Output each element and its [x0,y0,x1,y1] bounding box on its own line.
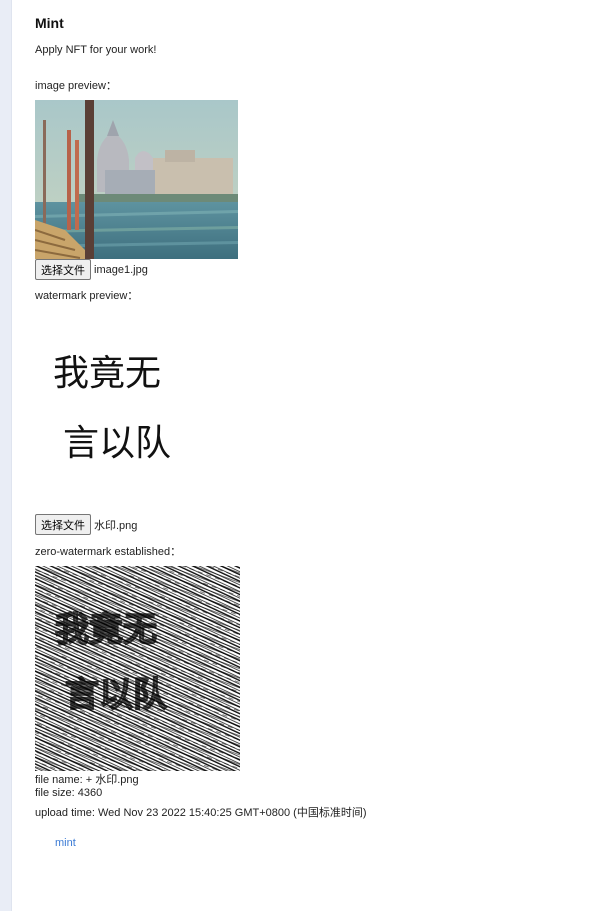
side-strip [0,0,12,911]
image-preview [35,100,238,259]
image-file-name: image1.jpg [94,263,148,276]
watermark-file-row: 选择文件 水印.png [35,514,137,535]
choose-image-file-button[interactable]: 选择文件 [35,259,91,280]
file-name-info: file name: + 水印.png [35,774,139,786]
watermark-line-1: 我竟无 [53,353,161,394]
choose-watermark-file-button[interactable]: 选择文件 [35,514,91,535]
page-subtitle: Apply NFT for your work! [35,44,157,56]
file-size-info: file size: 4360 [35,787,103,799]
watermark-preview: 我竟无 言以队 [53,353,171,464]
zero-watermark-line-1: 我竟无 [55,610,157,650]
image-preview-label: image preview： [35,80,117,92]
zero-watermark-image: 我竟无 言以队 [35,566,240,771]
watermark-preview-label: watermark preview： [35,290,139,302]
upload-time-info: upload time: Wed Nov 23 2022 15:40:25 GM… [35,807,367,819]
zero-watermark-label: zero-watermark established： [35,546,182,558]
mint-button[interactable]: mint [55,837,76,849]
watermark-file-name: 水印.png [94,519,138,532]
zero-watermark-line-2: 言以队 [65,675,167,715]
page-title: Mint [35,15,64,31]
image-file-row: 选择文件 image1.jpg [35,259,148,280]
watermark-line-2: 言以队 [63,423,171,464]
